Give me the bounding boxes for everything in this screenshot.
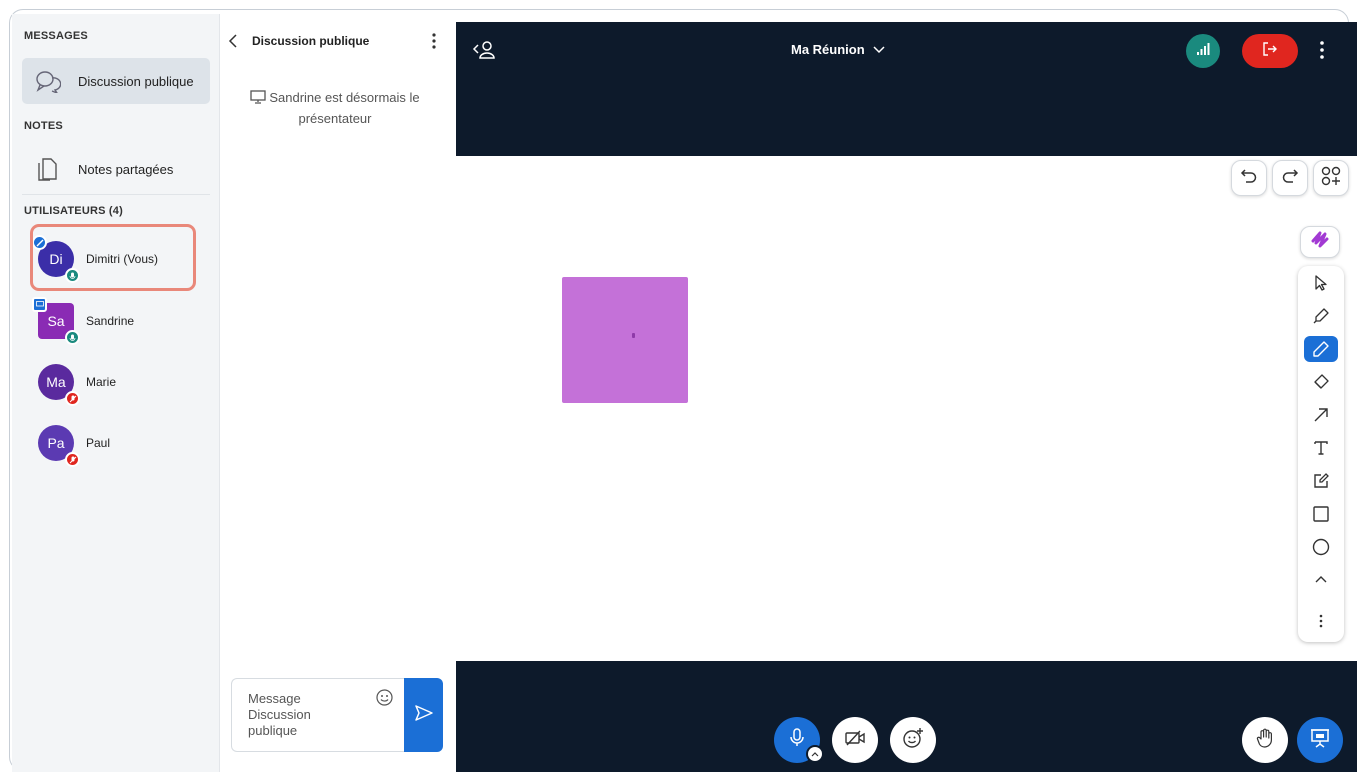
more-vertical-icon[interactable] [432,30,442,52]
pencil-icon [1313,341,1329,357]
purple-rectangle-shape[interactable] [562,277,688,403]
send-button[interactable] [404,678,443,752]
whiteboard-canvas[interactable] [456,156,1357,661]
connection-status-button[interactable] [1186,34,1220,68]
microphone-muted-icon [65,452,80,467]
undo-button[interactable] [1231,160,1267,196]
meeting-title-text: Ma Réunion [791,42,865,57]
current-user-highlight [30,224,196,291]
select-tool[interactable] [1304,270,1338,296]
reactions-button[interactable] [890,717,936,763]
text-tool[interactable] [1304,435,1338,461]
arrow-icon [1314,408,1328,422]
main-area: Ma Réunion [456,22,1357,772]
public-chat-label: Discussion publique [78,73,194,89]
rectangle-tool[interactable] [1304,501,1338,527]
user-item-paul[interactable]: Pa Paul [26,418,216,468]
eraser-tool[interactable] [1304,369,1338,395]
chevron-left-icon[interactable] [228,34,244,48]
emoji-icon[interactable] [376,689,393,710]
user-item-marie[interactable]: Ma Marie [26,357,216,407]
add-emoji-icon [902,727,924,754]
color-picker-button[interactable] [1300,226,1340,258]
chevron-down-icon [873,45,885,54]
avatar-initials: Ma [46,374,66,390]
microphone-muted-icon [65,391,80,406]
highlighter-icon [1313,308,1329,324]
more-vertical-icon[interactable] [1320,41,1324,64]
presentation-button[interactable] [1297,717,1343,763]
microphone-icon [789,727,805,753]
camera-off-icon [844,730,866,751]
microphone-icon [65,330,80,345]
raise-hand-button[interactable] [1242,717,1288,763]
user-name: Marie [86,375,117,389]
collapse-icon [1315,576,1327,583]
microphone-button[interactable] [774,717,824,763]
more-tools[interactable] [1304,608,1338,634]
toggle-user-list-icon[interactable] [472,40,496,65]
message-input-placeholder: Message Discussion publique [248,691,311,738]
user-name: Sandrine [86,314,135,328]
rectangle-icon [1313,506,1329,522]
presentation-icon [1310,728,1330,753]
public-chat-item[interactable]: Discussion publique [22,58,210,104]
more-icon [1319,614,1323,628]
user-name: Paul [86,436,111,450]
pencil-tool[interactable] [1304,336,1338,362]
avatar: Ma [38,364,80,406]
undo-icon [1240,168,1258,189]
collapse-tool[interactable] [1304,567,1338,593]
chat-title: Discussion publique [252,34,370,48]
shared-notes-label: Notes partagées [78,161,174,177]
redo-icon [1281,168,1299,189]
system-message-text: Sandrine est désormais le présentateur [269,90,420,126]
divider [22,194,210,195]
signal-bars-icon [1196,42,1210,61]
presentation-icon [32,297,47,312]
meeting-title[interactable]: Ma Réunion [791,42,885,57]
audio-options-chevron-icon[interactable] [806,745,824,763]
text-icon [1314,441,1328,455]
send-icon [414,704,433,726]
logout-icon [1262,41,1278,61]
drawing-toolbar [1298,266,1344,642]
highlighter-tool[interactable] [1304,303,1338,329]
message-input[interactable]: Message Discussion publique [231,678,407,752]
users-section-title: UTILISATEURS (4) [24,205,123,217]
apps-icon [1321,166,1341,191]
ellipse-tool[interactable] [1304,534,1338,560]
select-icon [1315,275,1327,291]
redo-button[interactable] [1272,160,1308,196]
user-list-panel: MESSAGES Discussion publique NOTES Notes… [12,14,220,772]
ellipse-icon [1312,538,1330,556]
avatar-initials: Pa [47,435,65,451]
chat-panel: Discussion publique Sandrine est désorma… [220,14,456,772]
shape-dot [632,333,635,338]
hand-icon [1256,728,1274,753]
note-icon [1314,473,1329,488]
system-message: Sandrine est désormais le présentateur [250,88,420,128]
leave-meeting-button[interactable] [1242,34,1298,68]
user-item-sandrine[interactable]: Sa Sandrine [26,296,216,346]
document-icon [28,149,68,189]
messages-section-title: MESSAGES [24,30,88,42]
chat-bubbles-icon [28,61,68,101]
note-tool[interactable] [1304,468,1338,494]
arrow-tool[interactable] [1304,402,1338,428]
camera-button[interactable] [832,717,878,763]
avatar: Pa [38,425,80,467]
eraser-icon [1314,374,1329,389]
notes-section-title: NOTES [24,120,63,132]
shapes-menu-button[interactable] [1313,160,1349,196]
chat-header: Discussion publique [228,30,448,52]
shared-notes-item[interactable]: Notes partagées [22,146,210,192]
avatar-initials: Sa [47,313,65,329]
scribble-icon [1310,231,1330,254]
presentation-icon [250,90,266,109]
avatar: Sa [32,297,80,345]
